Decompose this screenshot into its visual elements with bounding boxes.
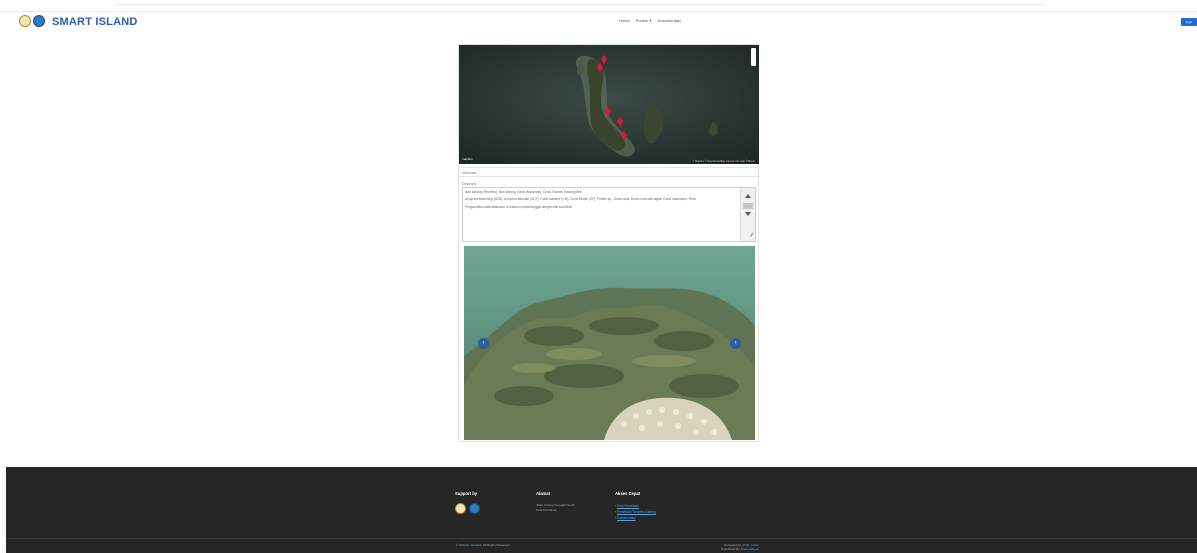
map-attribution: © Mapbox © OpenStreetMap Improve this ma… (690, 160, 757, 163)
copyright-link[interactable]: Website Sekolah (459, 543, 481, 547)
site-footer: Support by Alamat Jalan Untung Suropati … (6, 467, 1197, 553)
quick-link-3[interactable]: › Dokumentasi (615, 515, 656, 521)
footer-quick-title: Akses Cepat (615, 491, 641, 496)
main-nav: Home Produk ▾ Dokumentasi (619, 18, 681, 23)
quick-link-3-label[interactable]: Dokumentasi (617, 516, 636, 520)
satellite-map[interactable]: mapbox © Mapbox © OpenStreetMap Improve … (459, 45, 759, 164)
ministry-emblem-icon (469, 503, 480, 514)
description-text: Ikan karang (Terumbu), Ikan karang, Sand… (465, 190, 737, 212)
site-header: SMART ISLAND Home Produk ▾ Dokumentasi l… (0, 11, 1197, 37)
nav-home[interactable]: Home (619, 18, 630, 23)
login-button[interactable]: login (1181, 18, 1197, 26)
coral-photo-carousel[interactable]: ‹ › (464, 246, 755, 440)
school-emblem-icon (455, 503, 466, 514)
mapbox-logo: mapbox (462, 157, 473, 161)
footer-address: Alamat Jalan Untung Suropati No.45 Kota … (536, 491, 575, 513)
designed-by: Designed by HTML Codex Distributed By Th… (721, 543, 759, 551)
footer-logos (455, 503, 480, 514)
distributed-prefix: Distributed By (721, 547, 741, 551)
quick-link-2-label[interactable]: Pemetaan Terumbu Karang (617, 510, 656, 514)
copyright: © Website Sekolah. All Rights Reserved (456, 543, 509, 547)
footer-bottom: © Website Sekolah. All Rights Reserved D… (6, 538, 1197, 553)
quick-link-1-label[interactable]: Peta Pemetaan (617, 504, 639, 508)
main-card: mapbox © Mapbox © OpenStreetMap Improve … (458, 44, 759, 442)
school-emblem-icon (19, 15, 31, 27)
brand-name[interactable]: SMART ISLAND (52, 16, 138, 28)
top-browser-strip (115, 0, 1045, 5)
description-line-3: Pengambilan data dilakukan di lokasi ini… (465, 204, 573, 209)
resize-grip-icon[interactable]: ⁄⁄ (751, 233, 753, 239)
description-line-2: Acropora branching (ACB), Acropora tabul… (465, 197, 696, 202)
copyright-suffix: . All Rights Reserved (481, 543, 510, 547)
description-textarea[interactable]: Ikan karang (Terumbu), Ikan karang, Sand… (462, 187, 756, 242)
scroll-thumb[interactable] (743, 203, 753, 209)
scroll-down-icon[interactable] (745, 212, 751, 216)
distributed-link[interactable]: ThemeWagon (740, 547, 759, 551)
carousel-next-icon[interactable]: › (730, 338, 741, 349)
nav-dokumentasi[interactable]: Dokumentasi (657, 18, 680, 23)
map-image (459, 45, 759, 164)
footer-support: Support by (455, 491, 480, 514)
description-label: Deskripsi (462, 182, 477, 186)
footer-address-title: Alamat (536, 491, 550, 496)
scroll-up-icon[interactable] (745, 194, 751, 198)
info-header: Informasi (459, 167, 759, 177)
distributed-by-line: Distributed By ThemeWagon (721, 547, 759, 551)
coral-photo (464, 246, 755, 440)
footer-address-line-2: Kota Pontianak (536, 508, 557, 512)
header-logos (19, 15, 45, 27)
map-zoom-control[interactable] (751, 48, 756, 66)
ministry-emblem-icon (33, 15, 45, 27)
nav-produk[interactable]: Produk ▾ (636, 18, 652, 23)
footer-support-title: Support by (455, 491, 478, 496)
textarea-scrollbar[interactable]: ⁄⁄ (740, 188, 755, 241)
description-line-1: Ikan karang (Terumbu), Ikan karang, Sand… (465, 190, 582, 194)
carousel-prev-icon[interactable]: ‹ (478, 338, 489, 349)
footer-quick-links: Akses Cepat › Peta Pemetaan › Pemetaan T… (615, 491, 656, 521)
